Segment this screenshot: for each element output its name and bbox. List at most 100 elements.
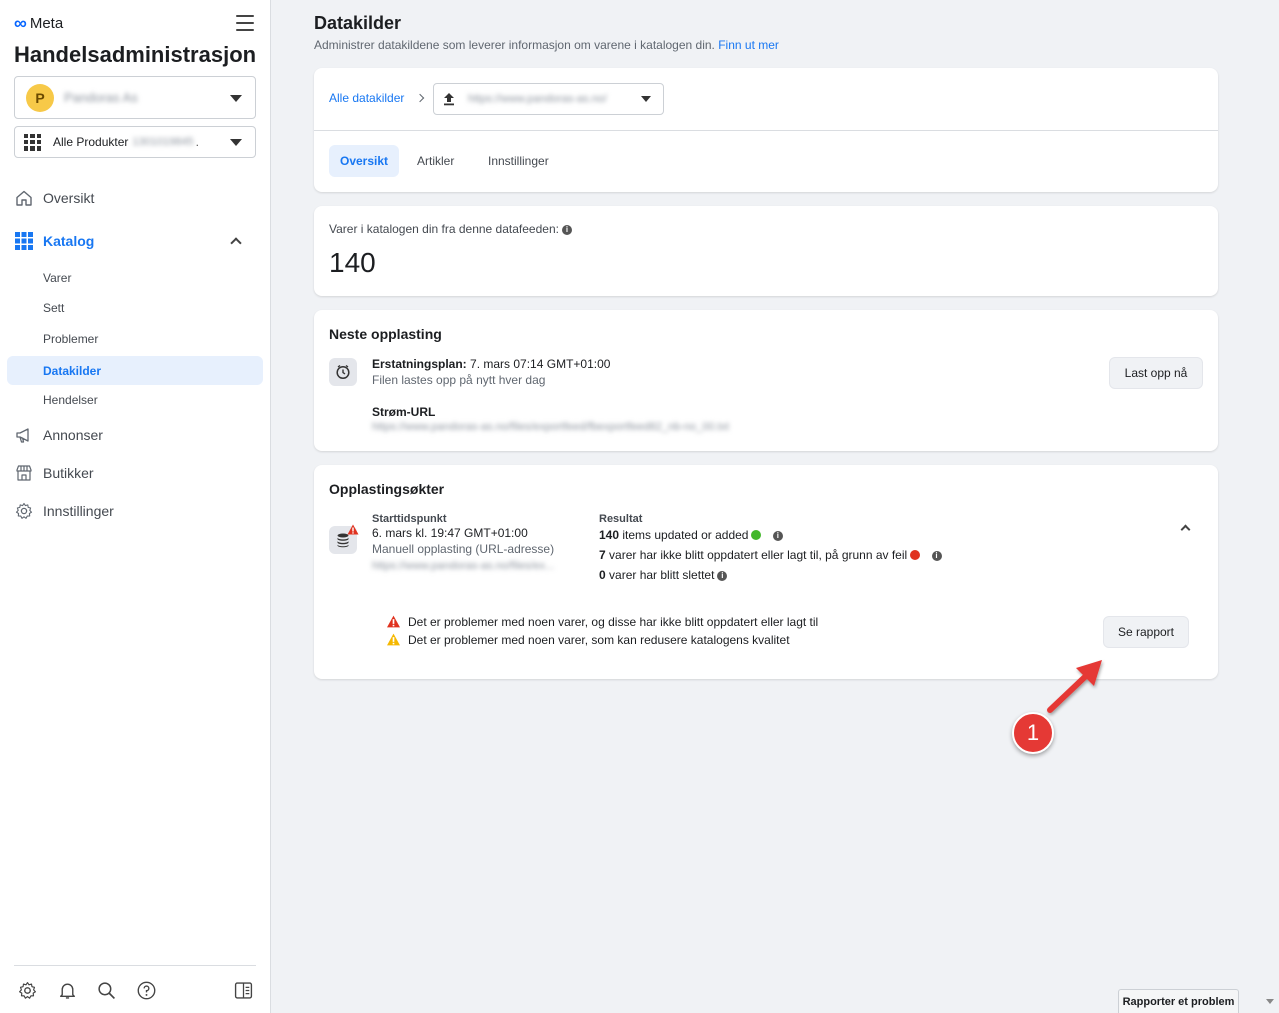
megaphone-icon: [14, 425, 34, 445]
tab-innstillinger[interactable]: Innstillinger: [477, 145, 560, 177]
feed-url[interactable]: https://www.pandoras-as.no/files/exportf…: [372, 421, 729, 433]
result-failed-text: varer har ikke blitt oppdatert eller lag…: [609, 548, 908, 562]
meta-infinity-icon: ∞: [14, 13, 27, 33]
nav-butikker-label: Butikker: [43, 465, 94, 481]
result-updated-text: items updated or added: [622, 528, 749, 542]
nav-innstillinger[interactable]: Innstillinger: [14, 501, 114, 521]
catalog-grid-icon: [24, 133, 41, 151]
upload-now-button[interactable]: Last opp nå: [1109, 357, 1203, 389]
shop-icon: [14, 463, 34, 483]
caret-down-icon: [230, 94, 242, 102]
account-selector[interactable]: P Pandoras As: [14, 76, 256, 119]
nav-katalog[interactable]: Katalog: [14, 231, 94, 251]
info-icon[interactable]: i: [717, 571, 728, 581]
card-divider: [314, 130, 1218, 131]
info-icon[interactable]: i: [931, 551, 942, 561]
result-updated-count: 140: [599, 528, 620, 542]
nav-innstillinger-label: Innstillinger: [43, 503, 114, 519]
schedule-value: 7. mars 07:14 GMT+01:00: [470, 357, 611, 371]
upload-method: Manuell opplasting (URL-adresse): [372, 542, 555, 556]
panel-toggle-icon[interactable]: [233, 980, 253, 1000]
item-count-label-text: Varer i katalogen din fra denne datafeed…: [329, 222, 559, 236]
scroll-down-arrow-icon[interactable]: [1266, 999, 1274, 1004]
upload-frequency: Filen lastes opp på nytt hver dag: [372, 373, 546, 387]
home-icon: [14, 188, 34, 208]
success-dot-icon: [751, 530, 762, 540]
nav-annonser-label: Annonser: [43, 427, 103, 443]
meta-brand-text: Meta: [29, 14, 64, 32]
meta-logo[interactable]: ∞ Meta: [14, 14, 63, 32]
feed-url-label: Strøm-URL: [372, 405, 436, 419]
warning-message: Det er problemer med noen varer, som kan…: [408, 633, 790, 647]
sidebar: ∞ Meta Handelsadministrasjon P Pandoras …: [0, 0, 271, 1013]
result-failed-count: 7: [599, 548, 606, 562]
error-dot-icon: [910, 550, 921, 560]
nav-oversikt[interactable]: Oversikt: [14, 188, 94, 208]
catalog-selector[interactable]: Alle Produkter 1301019845 .: [14, 126, 256, 158]
source-url: https://www.pandoras-as.no/: [468, 93, 607, 105]
item-count-value: 140: [329, 247, 376, 278]
nav-hendelser[interactable]: Hendelser: [43, 393, 98, 407]
bell-icon[interactable]: [57, 980, 77, 1000]
warning-triangle-icon: [386, 633, 401, 651]
result-deleted-text: varer har blitt slettet: [609, 568, 715, 582]
session-url[interactable]: https://www.pandoras-as.no/files/ex...: [372, 560, 577, 572]
see-report-button[interactable]: Se rapport: [1103, 616, 1189, 648]
breadcrumb-all-sources[interactable]: Alle datakilder: [329, 91, 404, 105]
source-card: Alle datakilder https://www.pandoras-as.…: [314, 68, 1218, 192]
result-failed: 7 varer har ikke blitt oppdatert eller l…: [599, 548, 942, 562]
app-title: Handelsadministrasjon: [14, 42, 257, 67]
nav-varer[interactable]: Varer: [43, 271, 71, 285]
search-icon[interactable]: [96, 980, 116, 1000]
result-updated: 140 items updated or added i: [599, 528, 783, 542]
chevron-right-icon: [415, 93, 425, 103]
result-deleted: 0 varer har blitt slettet i: [599, 568, 728, 582]
source-selector[interactable]: https://www.pandoras-as.no/: [433, 83, 664, 115]
schedule-label: Erstatningsplan:: [372, 357, 467, 371]
nav-katalog-label: Katalog: [43, 233, 95, 249]
result-deleted-count: 0: [599, 568, 606, 582]
learn-more-link[interactable]: Finn ut mer: [718, 38, 779, 52]
next-upload-title: Neste opplasting: [329, 326, 442, 342]
catalog-id: 1301019845: [132, 136, 194, 148]
account-avatar: P: [26, 83, 54, 112]
account-name: Pandoras As: [64, 90, 138, 105]
item-count-label: Varer i katalogen din fra denne datafeed…: [329, 222, 572, 236]
next-upload-card: Neste opplasting Erstatningsplan: 7. mar…: [314, 310, 1218, 451]
nav-datakilder[interactable]: Datakilder: [7, 356, 263, 385]
start-value: 6. mars kl. 19:47 GMT+01:00: [372, 526, 528, 540]
collapse-chevron-icon[interactable]: [1180, 524, 1191, 535]
nav-problemer[interactable]: Problemer: [43, 332, 98, 346]
settings-gear-icon[interactable]: [17, 980, 37, 1000]
schedule-line: Erstatningsplan: 7. mars 07:14 GMT+01:00: [372, 357, 610, 371]
page-title: Datakilder: [314, 13, 402, 33]
item-count-card: Varer i katalogen din fra denne datafeed…: [314, 206, 1218, 296]
nav-sett[interactable]: Sett: [43, 301, 64, 315]
result-label: Resultat: [599, 513, 643, 525]
help-icon[interactable]: [136, 980, 156, 1000]
upload-icon: [442, 92, 456, 106]
menu-icon[interactable]: [236, 15, 254, 31]
info-icon[interactable]: i: [772, 531, 783, 541]
error-triangle-icon: [347, 522, 359, 540]
nav-butikker[interactable]: Butikker: [14, 463, 94, 483]
page-subtitle: Administrer datakildene som leverer info…: [314, 38, 779, 52]
tab-artikler[interactable]: Artikler: [406, 145, 465, 177]
upload-sessions-title: Opplastingsøkter: [329, 481, 445, 497]
report-problem-button[interactable]: Rapporter et problem: [1118, 989, 1239, 1013]
info-icon[interactable]: i: [561, 225, 572, 235]
gear-icon: [14, 501, 34, 521]
annotation-arrow: [1047, 660, 1102, 713]
clock-icon: [329, 358, 357, 386]
nav-oversikt-label: Oversikt: [43, 190, 95, 206]
chevron-up-icon[interactable]: [230, 237, 242, 249]
tab-oversikt[interactable]: Oversikt: [329, 145, 400, 177]
sidebar-footer-divider: [14, 965, 256, 966]
caret-down-icon: [230, 139, 242, 146]
error-message: Det er problemer med noen varer, og diss…: [408, 615, 819, 629]
page-subtitle-text: Administrer datakildene som leverer info…: [314, 38, 715, 52]
catalog-grid-icon: [14, 231, 34, 251]
error-triangle-icon: [386, 615, 401, 633]
nav-annonser[interactable]: Annonser: [14, 425, 103, 445]
start-label: Starttidspunkt: [372, 513, 447, 525]
